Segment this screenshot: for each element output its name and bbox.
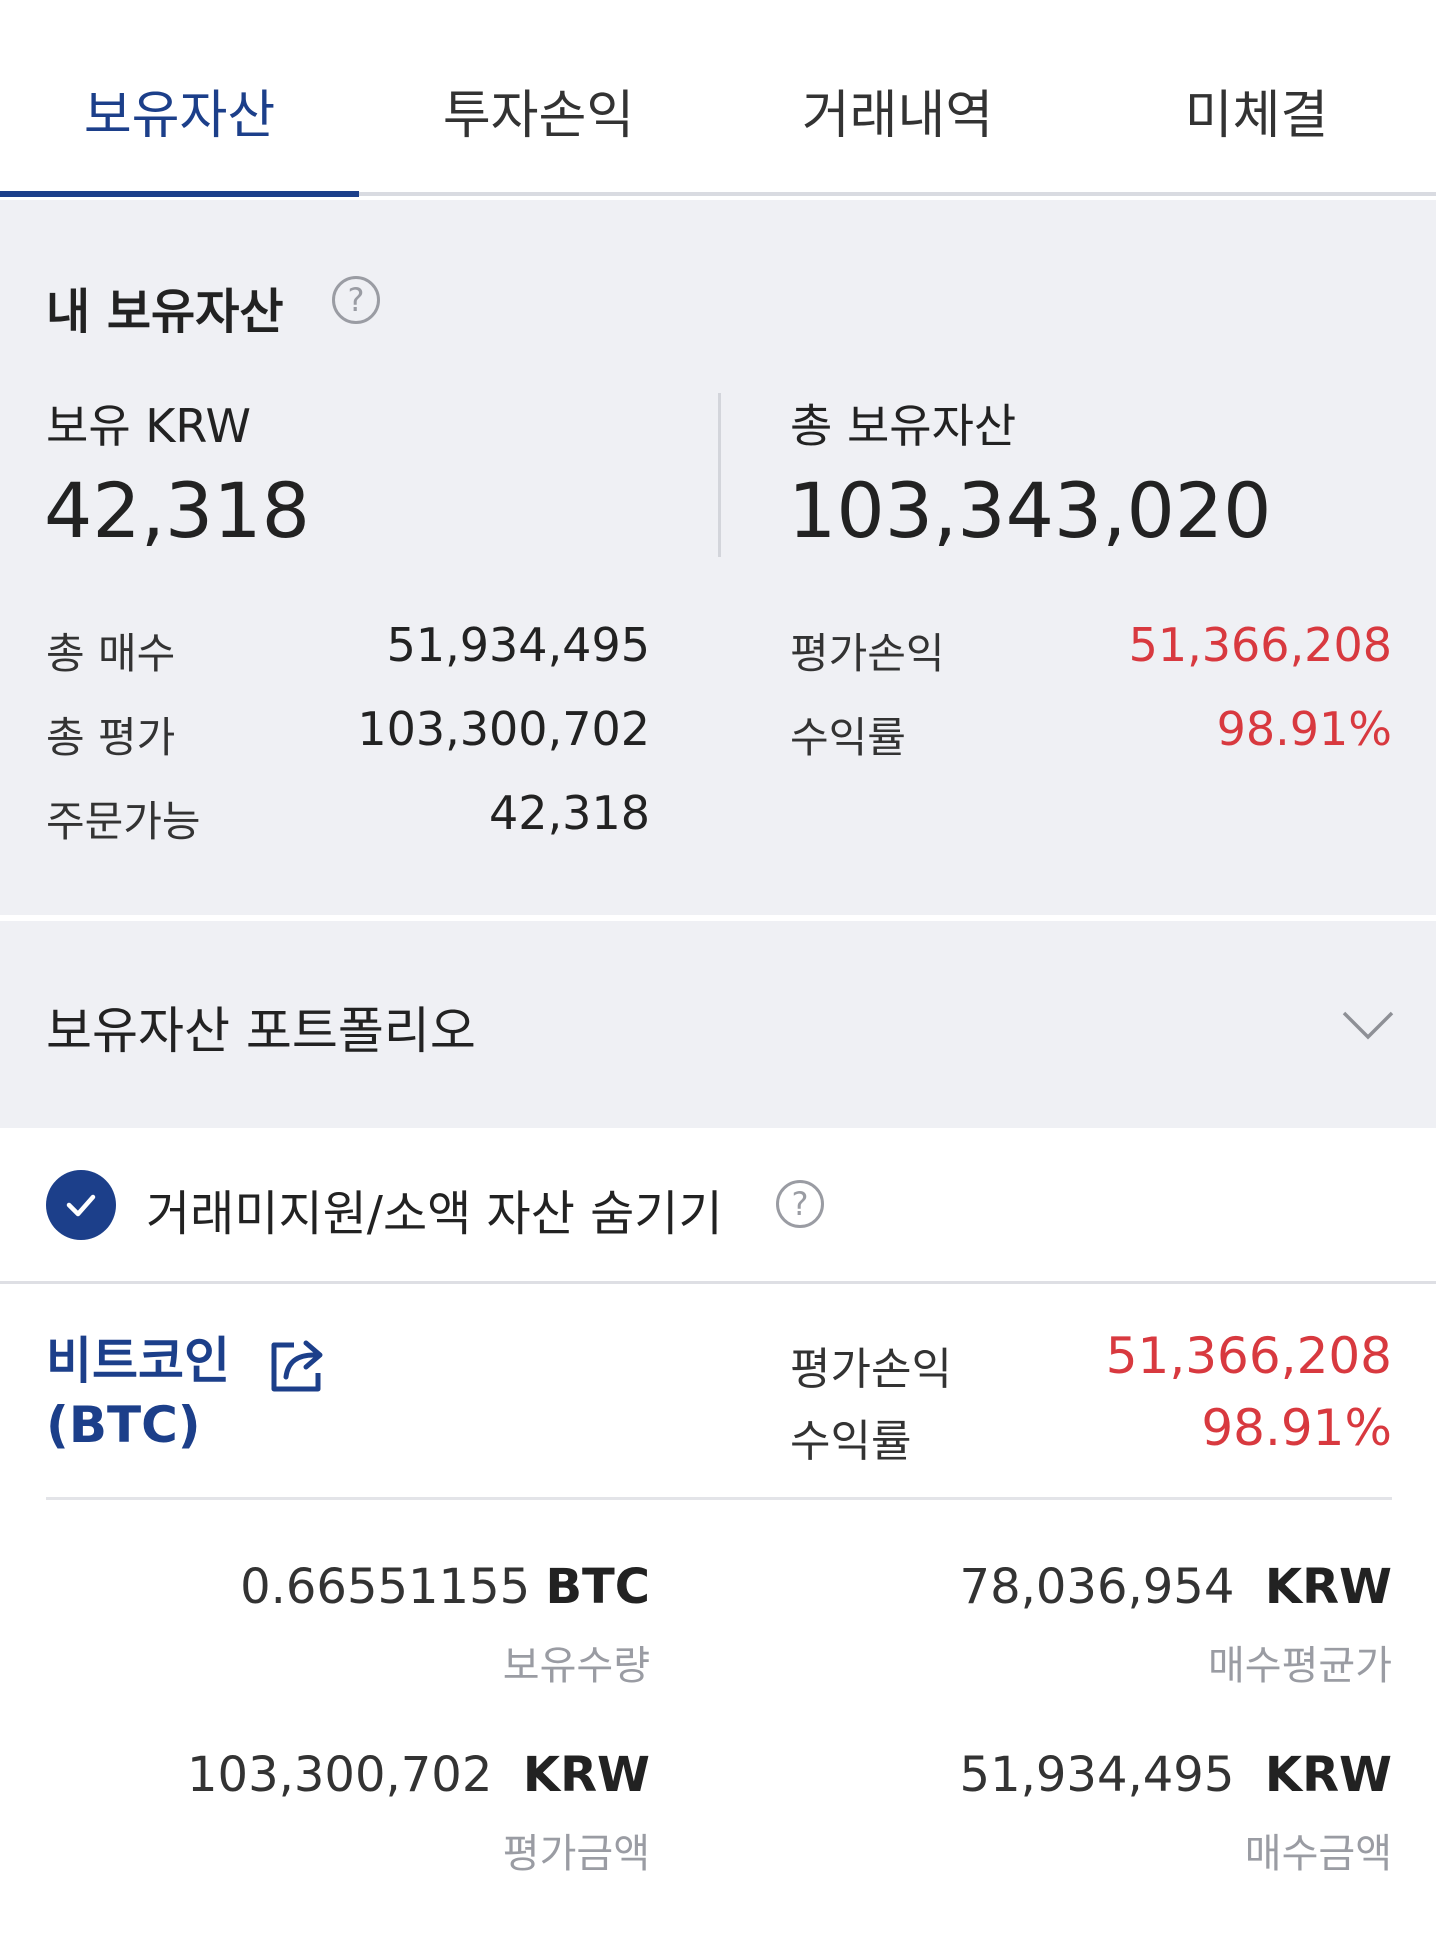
total-eval-label: 총 평가 xyxy=(46,713,176,762)
tab-history[interactable]: 거래내역 xyxy=(718,0,1077,196)
divider xyxy=(718,393,721,557)
quantity-number: 0.66551155 xyxy=(240,1559,531,1615)
chevron-down-icon xyxy=(1342,1011,1394,1040)
coin-rate-value: 98.91% xyxy=(1201,1399,1392,1457)
quantity-value: 0.66551155 BTC xyxy=(150,1559,650,1615)
quantity-unit: BTC xyxy=(545,1559,650,1615)
portfolio-title: 보유자산 포트폴리오 xyxy=(46,1002,476,1060)
orderable-value: 42,318 xyxy=(489,786,650,840)
total-assets-label: 총 보유자산 xyxy=(790,399,1017,453)
hide-small-assets-label: 거래미지원/소액 자산 숨기기 xyxy=(146,1186,723,1242)
tab-pending[interactable]: 미체결 xyxy=(1077,0,1436,196)
active-tab-indicator xyxy=(0,191,359,197)
eval-amount-unit: KRW xyxy=(522,1747,650,1803)
help-circle-icon[interactable]: ? xyxy=(332,276,380,324)
total-buy-value: 51,934,495 xyxy=(386,618,650,672)
krw-value: 42,318 xyxy=(44,466,310,555)
total-assets-value: 103,343,020 xyxy=(788,466,1272,555)
eval-amount-value: 103,300,702 KRW xyxy=(150,1747,650,1803)
summary-title: 내 보유자산 xyxy=(46,284,284,340)
krw-label: 보유 KRW xyxy=(46,399,252,453)
check-icon xyxy=(66,1194,96,1217)
pnl-value: 51,366,208 xyxy=(1128,618,1392,672)
avg-price-number: 78,036,954 xyxy=(959,1559,1235,1615)
buy-amount-number: 51,934,495 xyxy=(959,1747,1235,1803)
eval-amount-label: 평가금액 xyxy=(502,1831,650,1877)
avg-price-value: 78,036,954 KRW xyxy=(850,1559,1392,1615)
coin-rate-label: 수익률 xyxy=(790,1416,912,1467)
coin-name-link[interactable]: 비트코인 (BTC) xyxy=(46,1329,230,1457)
coin-pnl-value: 51,366,208 xyxy=(1105,1327,1392,1385)
tab-bar: 보유자산 투자손익 거래내역 미체결 xyxy=(0,0,1436,197)
portfolio-toggle[interactable]: 보유자산 포트폴리오 xyxy=(0,921,1436,1128)
hide-small-assets-row: 거래미지원/소액 자산 숨기기 ? xyxy=(0,1128,1436,1284)
hide-small-assets-checkbox[interactable] xyxy=(46,1170,116,1240)
buy-amount-value: 51,934,495 KRW xyxy=(850,1747,1392,1803)
avg-price-label: 매수평균가 xyxy=(1208,1643,1392,1689)
coin-pnl-label: 평가손익 xyxy=(790,1344,952,1395)
tab-label: 거래내역 xyxy=(801,85,994,146)
divider xyxy=(46,1497,1392,1500)
total-eval-value: 103,300,702 xyxy=(357,702,650,756)
total-buy-label: 총 매수 xyxy=(46,629,176,678)
eval-amount-number: 103,300,702 xyxy=(187,1747,493,1803)
tab-label: 보유자산 xyxy=(83,85,276,146)
orderable-label: 주문가능 xyxy=(46,797,201,846)
coin-card-btc: 비트코인 (BTC) 평가손익 51,366,208 수익률 98.91% 0.… xyxy=(0,1287,1436,1936)
coin-name: 비트코인 xyxy=(46,1332,230,1390)
tab-label: 투자손익 xyxy=(442,85,635,146)
help-circle-icon[interactable]: ? xyxy=(776,1180,824,1228)
pnl-label: 평가손익 xyxy=(790,629,945,678)
buy-amount-label: 매수금액 xyxy=(1244,1831,1392,1877)
rate-value: 98.91% xyxy=(1216,702,1392,756)
avg-price-unit: KRW xyxy=(1264,1559,1392,1615)
quantity-label: 보유수량 xyxy=(502,1643,650,1689)
buy-amount-unit: KRW xyxy=(1264,1747,1392,1803)
asset-summary: 내 보유자산 ? 보유 KRW 42,318 총 보유자산 103,343,02… xyxy=(0,200,1436,918)
tab-label: 미체결 xyxy=(1184,85,1329,146)
tab-profit-loss[interactable]: 투자손익 xyxy=(359,0,718,196)
tab-holdings[interactable]: 보유자산 xyxy=(0,0,359,196)
coin-symbol: (BTC) xyxy=(46,1396,201,1454)
share-icon[interactable] xyxy=(268,1335,332,1395)
rate-label: 수익률 xyxy=(790,713,906,762)
